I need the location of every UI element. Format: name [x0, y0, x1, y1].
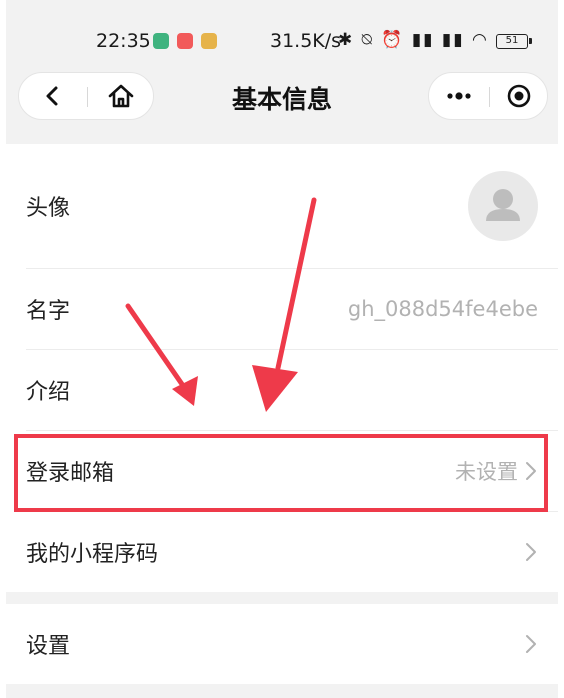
settings-row[interactable]: 设置 [6, 604, 558, 684]
name-row[interactable]: 名字 gh_088d54fe4ebe [6, 269, 558, 349]
intro-row[interactable]: 介绍 [6, 350, 558, 430]
app-notification-icon [201, 33, 217, 49]
chevron-right-icon [526, 635, 536, 653]
avatar-row[interactable]: 头像 [6, 144, 558, 268]
network-speed: 31.5K/s [270, 30, 342, 52]
close-button[interactable] [490, 73, 548, 119]
avatar[interactable] [468, 171, 538, 241]
more-button[interactable] [429, 73, 489, 119]
name-label: 名字 [26, 299, 71, 324]
status-time: 22:35 [96, 30, 151, 52]
mini-program-code-row[interactable]: 我的小程序码 [6, 512, 558, 592]
nav-right-capsule [428, 72, 548, 120]
login-email-value: 未设置 [455, 460, 518, 484]
app-notification-icon [177, 33, 193, 49]
status-bar: 22:35 31.5K/s ✱ ⍉ ⏰ ▮▮ ▮▮ ◠ 51 [6, 0, 558, 62]
settings-label: 设置 [26, 634, 71, 659]
battery-icon: 51 [496, 34, 532, 49]
chevron-right-icon [526, 462, 536, 480]
intro-label: 介绍 [26, 380, 71, 405]
user-placeholder-icon [486, 189, 520, 221]
name-value: gh_088d54fe4ebe [347, 297, 538, 321]
mini-program-code-label: 我的小程序码 [26, 542, 159, 567]
phone-screen: 22:35 31.5K/s ✱ ⍉ ⏰ ▮▮ ▮▮ ◠ 51 基本信息 头像 名… [6, 0, 558, 698]
nav-bar: 基本信息 [6, 62, 558, 142]
chevron-right-icon [526, 543, 536, 561]
target-circle-icon [507, 84, 531, 108]
app-notification-icon [153, 33, 169, 49]
login-email-label: 登录邮箱 [26, 461, 115, 486]
avatar-label: 头像 [26, 196, 71, 221]
login-email-row[interactable]: 登录邮箱 未设置 [6, 431, 558, 511]
profile-section: 头像 名字 gh_088d54fe4ebe 介绍 登录邮箱 未设置 我的小程序码 [6, 144, 558, 592]
settings-section: 设置 [6, 604, 558, 684]
status-indicator-icons: ✱ ⍉ ⏰ ▮▮ ▮▮ ◠ [338, 30, 489, 50]
more-dots-icon [447, 92, 471, 100]
